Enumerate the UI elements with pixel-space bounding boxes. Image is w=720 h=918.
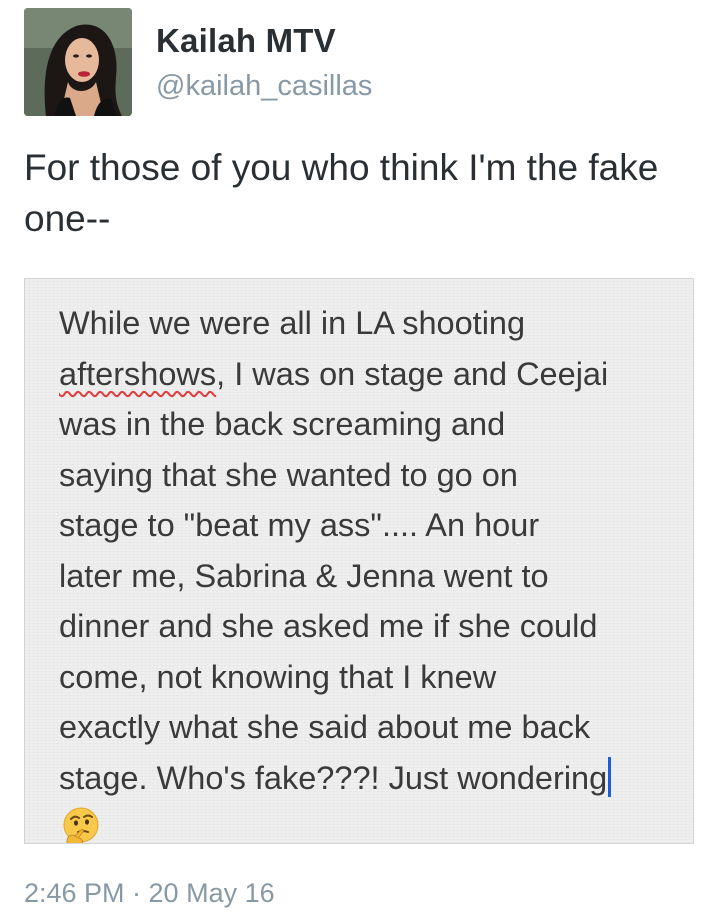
note-line-9: exactly what she said about me back <box>59 709 591 745</box>
avatar-photo <box>24 8 132 116</box>
note-line-10: stage. Who's fake???! Just wondering <box>59 759 608 796</box>
tweet-timestamp[interactable]: 2:46 PM · 20 May 16 <box>24 878 275 909</box>
author-handle[interactable]: @kailah_casillas <box>156 70 372 103</box>
text-cursor <box>608 756 612 797</box>
note-line-1: While we were all in LA shooting <box>59 305 526 341</box>
author-display-name[interactable]: Kailah MTV <box>156 22 336 60</box>
note-line-3: was in the back screaming and <box>59 406 506 442</box>
note-line-2: , I was on stage and Ceejai <box>216 355 609 392</box>
note-line-5: stage to "beat my ass".... An hour <box>59 507 540 543</box>
misspelled-word: aftershows <box>59 355 217 392</box>
thinking-face-icon <box>63 807 99 843</box>
profile-avatar[interactable] <box>24 8 132 116</box>
tweet-text: For those of you who think I'm the fake … <box>24 147 659 239</box>
note-text: While we were all in LA shooting aftersh… <box>59 298 679 803</box>
note-line-4: saying that she wanted to go on <box>59 456 518 493</box>
note-line-8: come, not knowing that I knew <box>59 658 497 695</box>
note-line-6: later me, Sabrina & Jenna went to <box>59 557 549 594</box>
tweet-media-image[interactable]: While we were all in LA shooting aftersh… <box>24 278 694 844</box>
note-line-7: dinner and she asked me if she could <box>59 608 598 644</box>
tweet-card: Kailah MTV @kailah_casillas For those of… <box>0 0 720 918</box>
